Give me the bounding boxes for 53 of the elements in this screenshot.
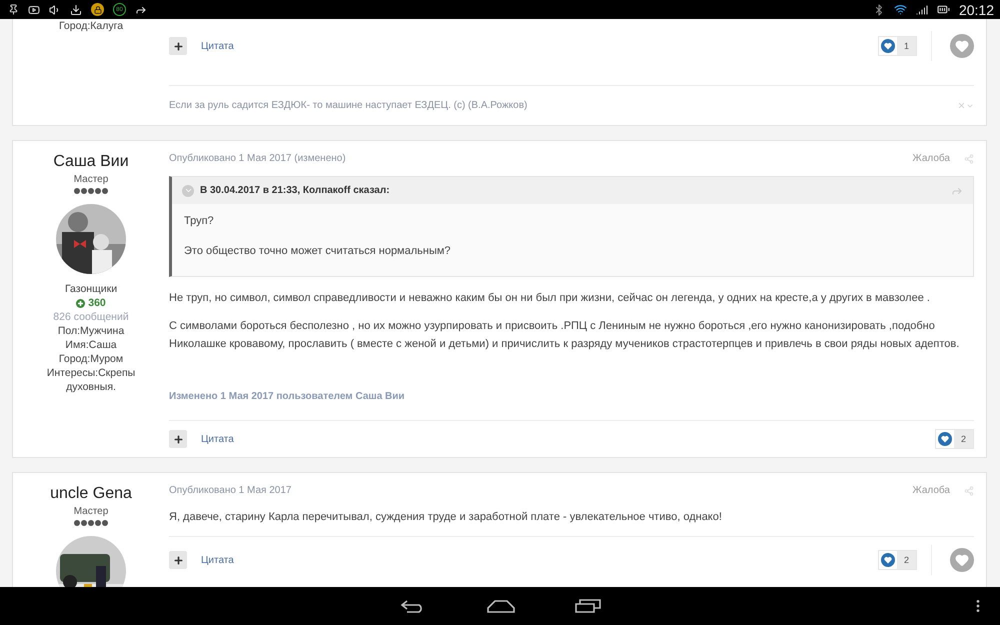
reaction-badge[interactable]: 1 [878, 36, 917, 56]
author-rank: Мастер [74, 174, 108, 185]
multiquote-button[interactable] [169, 37, 187, 55]
report-link[interactable]: Жалоба [912, 153, 950, 164]
multiquote-button[interactable] [169, 551, 187, 569]
plus-icon [172, 434, 184, 444]
reputation: 360 [76, 296, 106, 310]
collapse-icon[interactable] [182, 184, 194, 196]
home-icon[interactable] [487, 599, 515, 613]
quote-text: Это общество точно может считаться нормальным? [184, 244, 452, 259]
report-link[interactable]: Жалоба [912, 485, 950, 496]
video-icon [28, 4, 40, 16]
profile-field: Пол:Мужчина [31, 324, 151, 338]
plus-icon [172, 554, 184, 566]
download-icon [70, 4, 82, 16]
signature-text: Если за руль садится ЕЗДЮК- то машине наступает ЕЗДЕЦ. (c) (В.А.Рожков) [169, 100, 528, 111]
heart-icon [955, 553, 969, 567]
recent-apps-icon[interactable] [575, 599, 601, 613]
reaction-badge[interactable]: 2 [934, 429, 974, 449]
post-date: Опубликовано 1 Мая 2017 [169, 485, 292, 496]
edit-note: Изменено 1 Мая 2017 пользователем Саша Вии [169, 391, 406, 402]
volume-icon [49, 4, 61, 16]
quote-text: Труп? [184, 214, 215, 229]
plus-circle-icon [76, 298, 86, 308]
quote-link[interactable]: Цитата [201, 434, 234, 444]
post-text: Не труп, но символ, символ справедливости и неважно каким бы он ни был при жизни, сейчас он легенда, у одних на кресте,а у других в мавзолее . [169, 291, 931, 306]
quote-link[interactable]: Цитата [201, 40, 234, 52]
author-name[interactable]: Саша Вии [53, 153, 129, 171]
close-icon[interactable] [957, 101, 966, 110]
multiquote-button[interactable] [169, 430, 187, 448]
plus-icon [172, 40, 184, 52]
post-date: Опубликовано 1 Мая 2017 (изменено) [169, 153, 346, 164]
like-button[interactable] [950, 548, 974, 572]
author-name[interactable]: uncle Gena [50, 485, 132, 503]
profile-field: Город:Муром [31, 352, 151, 366]
author-group: Газонщики [31, 282, 151, 296]
profile-field: Город:Калуга [31, 19, 151, 33]
quote-link[interactable]: Цитата [201, 554, 234, 566]
share-icon[interactable] [964, 154, 974, 164]
battery-icon [936, 3, 950, 16]
post-text: С символами бороться бесполезно , но их можно узурпировать и присвоить .РПЦ с Лениным не нужно бороться ,его нужно канонизировать ,подобно Николашке кровавому, прославить ( вместе с женой и детьми) и причислить к разряду мучеников страстотерпцев и привлечь в свои ряды новых адептов. [169, 319, 960, 352]
author-rank: Мастер [74, 506, 108, 517]
lock-icon [91, 3, 104, 16]
like-button[interactable] [950, 34, 974, 58]
share-icon[interactable] [964, 486, 974, 496]
post-text: Я, давече, старину Карла перечитывал, суждения труде и заработной плате - увлекательное чтиво, однако! [169, 510, 723, 525]
quote-header: В 30.04.2017 в 21:33, Колпакоff сказал: [200, 185, 391, 196]
profile-field: Интересы:Скрепы духовныя. [31, 366, 151, 394]
pin-icon [8, 4, 19, 15]
heart-icon [955, 39, 969, 53]
clock-time: 20:12 [958, 2, 994, 18]
profile-field: Имя:Саша [31, 338, 151, 352]
reaction-badge[interactable]: 2 [878, 550, 917, 570]
